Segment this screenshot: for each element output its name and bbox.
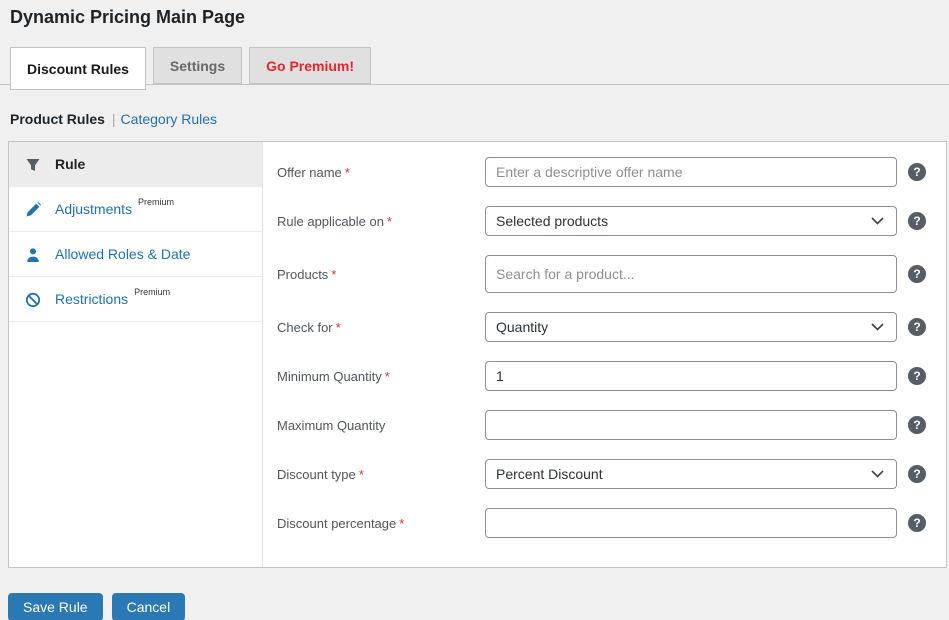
subnav-category-rules[interactable]: Category Rules — [121, 111, 218, 127]
field-label: Maximum Quantity — [277, 418, 385, 433]
required-marker: * — [387, 214, 392, 229]
chevron-down-icon — [871, 217, 884, 225]
product-search-input[interactable] — [485, 255, 897, 293]
form-row-maximum-quantity: Maximum Quantity — [277, 410, 926, 440]
chevron-down-icon — [871, 323, 884, 331]
help-icon[interactable] — [908, 163, 926, 181]
sidebar-item-adjustments[interactable]: Adjustments Premium — [9, 187, 262, 232]
tab-go-premium[interactable]: Go Premium! — [249, 47, 371, 84]
offer-name-input[interactable] — [485, 157, 897, 187]
required-marker: * — [331, 267, 336, 282]
sidebar-item-label: Rule — [55, 156, 85, 172]
page-title: Dynamic Pricing Main Page — [0, 0, 949, 28]
help-icon[interactable] — [908, 265, 926, 283]
sidebar-item-label: Restrictions — [55, 291, 128, 307]
tab-settings[interactable]: Settings — [153, 47, 242, 84]
rule-editor-panel: Rule Adjustments Premium Allowed Roles &… — [8, 141, 947, 568]
required-marker: * — [399, 516, 404, 531]
chevron-down-icon — [871, 470, 884, 478]
save-rule-button[interactable]: Save Rule — [8, 593, 103, 620]
sidebar-item-label: Adjustments — [55, 201, 132, 217]
rules-subnav: Product Rules | Category Rules — [10, 111, 949, 127]
help-icon[interactable] — [908, 367, 926, 385]
rule-form: Offer name* Rule applicable on* Selected… — [263, 142, 946, 567]
maximum-quantity-input[interactable] — [485, 410, 897, 440]
form-row-minimum-quantity: Minimum Quantity* — [277, 361, 926, 391]
rule-sections-sidebar: Rule Adjustments Premium Allowed Roles &… — [9, 142, 263, 567]
check-for-select[interactable]: Quantity — [485, 312, 897, 342]
form-row-discount-percentage: Discount percentage* — [277, 508, 926, 538]
form-row-offer-name: Offer name* — [277, 157, 926, 187]
block-icon — [25, 292, 41, 308]
discount-type-select[interactable]: Percent Discount — [485, 459, 897, 489]
form-row-check-for: Check for* Quantity — [277, 312, 926, 342]
required-marker: * — [345, 165, 350, 180]
field-label: Discount type — [277, 467, 356, 482]
sidebar-item-label: Allowed Roles & Date — [55, 246, 190, 262]
field-label: Products — [277, 267, 328, 282]
help-icon[interactable] — [908, 465, 926, 483]
form-row-products: Products* — [277, 255, 926, 293]
field-label: Offer name — [277, 165, 342, 180]
rule-applicable-on-select[interactable]: Selected products — [485, 206, 897, 236]
help-icon[interactable] — [908, 514, 926, 532]
required-marker: * — [359, 467, 364, 482]
tab-discount-rules[interactable]: Discount Rules — [10, 47, 146, 90]
minimum-quantity-input[interactable] — [485, 361, 897, 391]
select-value: Selected products — [496, 213, 608, 229]
sidebar-item-restrictions[interactable]: Restrictions Premium — [9, 277, 262, 322]
filter-icon — [25, 157, 41, 173]
subnav-product-rules[interactable]: Product Rules — [10, 111, 105, 127]
form-row-rule-applicable-on: Rule applicable on* Selected products — [277, 206, 926, 236]
subnav-separator: | — [112, 111, 116, 127]
discount-percentage-input[interactable] — [485, 508, 897, 538]
premium-badge: Premium — [134, 287, 170, 297]
select-value: Quantity — [496, 319, 548, 335]
field-label: Rule applicable on — [277, 214, 384, 229]
help-icon[interactable] — [908, 416, 926, 434]
field-label: Minimum Quantity — [277, 369, 382, 384]
tab-bar: Discount Rules Settings Go Premium! — [0, 47, 949, 90]
sidebar-item-allowed-roles-date[interactable]: Allowed Roles & Date — [9, 232, 262, 277]
help-icon[interactable] — [908, 212, 926, 230]
sidebar-item-rule[interactable]: Rule — [9, 142, 262, 187]
field-label: Discount percentage — [277, 516, 396, 531]
premium-badge: Premium — [138, 197, 174, 207]
user-icon — [25, 247, 41, 263]
form-actions: Save Rule Cancel — [8, 593, 949, 620]
help-icon[interactable] — [908, 318, 926, 336]
required-marker: * — [336, 320, 341, 335]
select-value: Percent Discount — [496, 466, 603, 482]
required-marker: * — [385, 369, 390, 384]
field-label: Check for — [277, 320, 333, 335]
pencil-icon — [25, 202, 41, 218]
form-row-discount-type: Discount type* Percent Discount — [277, 459, 926, 489]
cancel-button[interactable]: Cancel — [112, 593, 186, 620]
